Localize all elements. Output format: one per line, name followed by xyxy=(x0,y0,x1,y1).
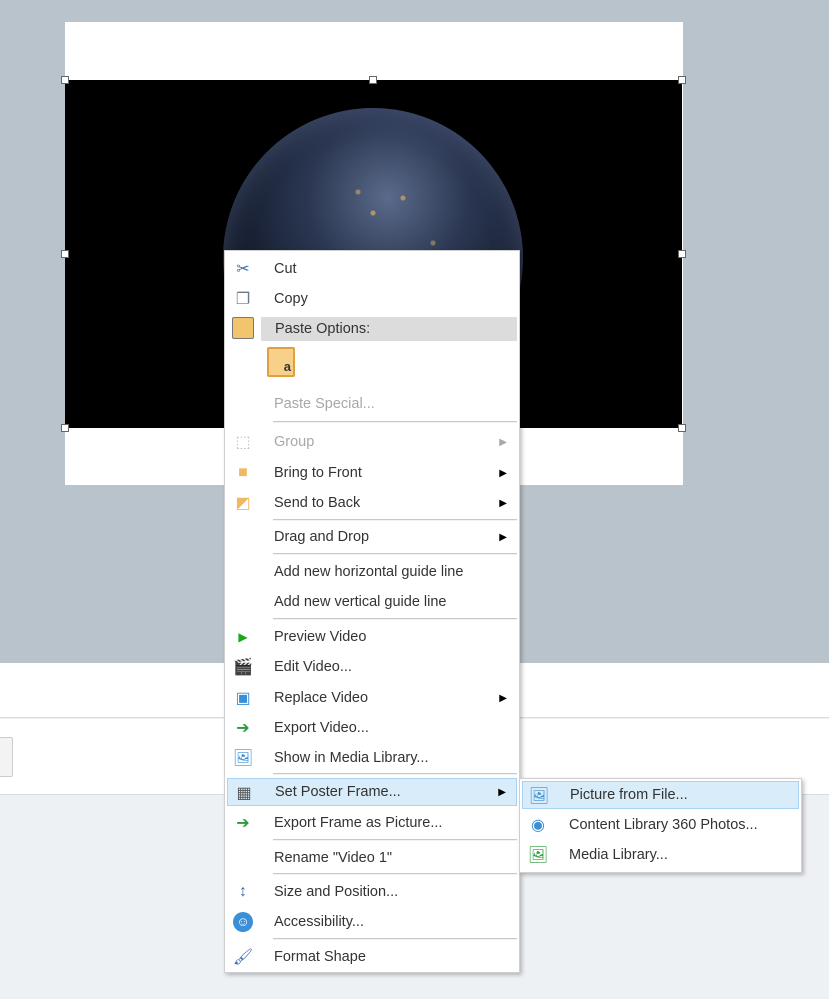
clapperboard-icon: 🎬 xyxy=(233,659,253,676)
paste-icon xyxy=(232,317,254,339)
menu-item-bring-front[interactable]: ■ Bring to Front ▶ xyxy=(227,459,517,487)
resize-handle[interactable] xyxy=(678,76,686,84)
paste-options-header: Paste Options: xyxy=(261,317,517,341)
resize-handle[interactable] xyxy=(61,250,69,258)
menu-item-rename[interactable]: Rename "Video 1" xyxy=(227,844,517,872)
picture-icon: 🖼 xyxy=(232,750,254,767)
separator xyxy=(273,519,517,521)
paint-bucket-icon: 🖌 xyxy=(232,949,254,966)
scissors-icon: ✂ xyxy=(236,261,250,278)
separator xyxy=(273,618,517,620)
menu-item-add-horizontal-guide[interactable]: Add new horizontal guide line xyxy=(227,558,517,586)
panel-button[interactable] xyxy=(0,737,13,777)
context-menu: ✂ Cut ❐ Copy Paste Options: a Paste Specia… xyxy=(224,250,520,973)
submenu-item-picture-from-file[interactable]: 🖼 Picture from File... xyxy=(522,781,799,809)
separator xyxy=(273,873,517,875)
submenu-arrow-icon: ▶ xyxy=(499,467,507,479)
menu-item-format-shape[interactable]: 🖌 Format Shape xyxy=(227,943,517,971)
resize-handle[interactable] xyxy=(678,250,686,258)
resize-handle[interactable] xyxy=(369,76,377,84)
submenu-arrow-icon: ▶ xyxy=(498,786,506,798)
copy-icon: ❐ xyxy=(235,291,251,308)
submenu-arrow-icon: ▶ xyxy=(499,692,507,704)
export-icon: ➔ xyxy=(236,815,250,832)
menu-item-drag-drop[interactable]: Drag and Drop ▶ xyxy=(227,523,517,551)
submenu-arrow-icon: ▶ xyxy=(499,531,507,543)
menu-item-show-media-library[interactable]: 🖼 Show in Media Library... xyxy=(227,744,517,772)
menu-item-add-vertical-guide[interactable]: Add new vertical guide line xyxy=(227,588,517,616)
send-back-icon: ◩ xyxy=(235,495,251,512)
submenu-item-content-library-360[interactable]: ◉ Content Library 360 Photos... xyxy=(522,811,799,839)
separator xyxy=(273,773,517,775)
resize-handle[interactable] xyxy=(61,424,69,432)
separator xyxy=(273,553,517,555)
menu-item-paste-special: Paste Special... xyxy=(274,396,375,412)
menu-item-copy[interactable]: ❐ Copy xyxy=(227,285,517,313)
submenu-arrow-icon: ▶ xyxy=(499,497,507,509)
menu-item-export-video[interactable]: ➔ Export Video... xyxy=(227,714,517,742)
menu-item-group: ⬚ Group ▶ xyxy=(227,428,517,456)
poster-frame-submenu: 🖼 Picture from File... ◉ Content Library 3… xyxy=(519,778,802,873)
picture-file-icon: 🖼 xyxy=(528,788,550,805)
submenu-item-media-library[interactable]: 🖼 Media Library... xyxy=(522,841,799,869)
menu-item-cut[interactable]: ✂ Cut xyxy=(227,255,517,283)
play-icon: ▶ xyxy=(238,630,248,644)
menu-item-accessibility[interactable]: ☺ Accessibility... xyxy=(227,908,517,936)
menu-item-set-poster-frame[interactable]: ▦ Set Poster Frame... ▶ xyxy=(227,778,517,806)
resize-handle[interactable] xyxy=(61,76,69,84)
bring-front-icon: ■ xyxy=(238,464,248,481)
accessibility-icon: ☺ xyxy=(232,911,254,933)
size-position-icon: ↕ xyxy=(239,883,247,900)
submenu-arrow-icon: ▶ xyxy=(499,436,507,448)
group-icon: ⬚ xyxy=(235,434,251,451)
menu-item-preview-video[interactable]: ▶ Preview Video xyxy=(227,623,517,651)
film-frame-icon: ▦ xyxy=(236,785,252,802)
photo-360-icon: ◉ xyxy=(531,817,545,834)
separator xyxy=(273,839,517,841)
export-icon: ➔ xyxy=(236,720,250,737)
menu-item-send-back[interactable]: ◩ Send to Back ▶ xyxy=(227,489,517,517)
paste-keep-text-icon[interactable]: a xyxy=(267,347,295,377)
separator xyxy=(273,421,517,423)
menu-item-size-position[interactable]: ↕ Size and Position... xyxy=(227,878,517,906)
replace-video-icon: ▣ xyxy=(235,690,251,707)
menu-item-replace-video[interactable]: ▣ Replace Video ▶ xyxy=(227,684,517,712)
resize-handle[interactable] xyxy=(678,424,686,432)
menu-item-edit-video[interactable]: 🎬 Edit Video... xyxy=(227,653,517,681)
picture-icon: 🖼 xyxy=(527,847,549,864)
menu-item-export-frame[interactable]: ➔ Export Frame as Picture... xyxy=(227,809,517,837)
separator xyxy=(273,938,517,940)
